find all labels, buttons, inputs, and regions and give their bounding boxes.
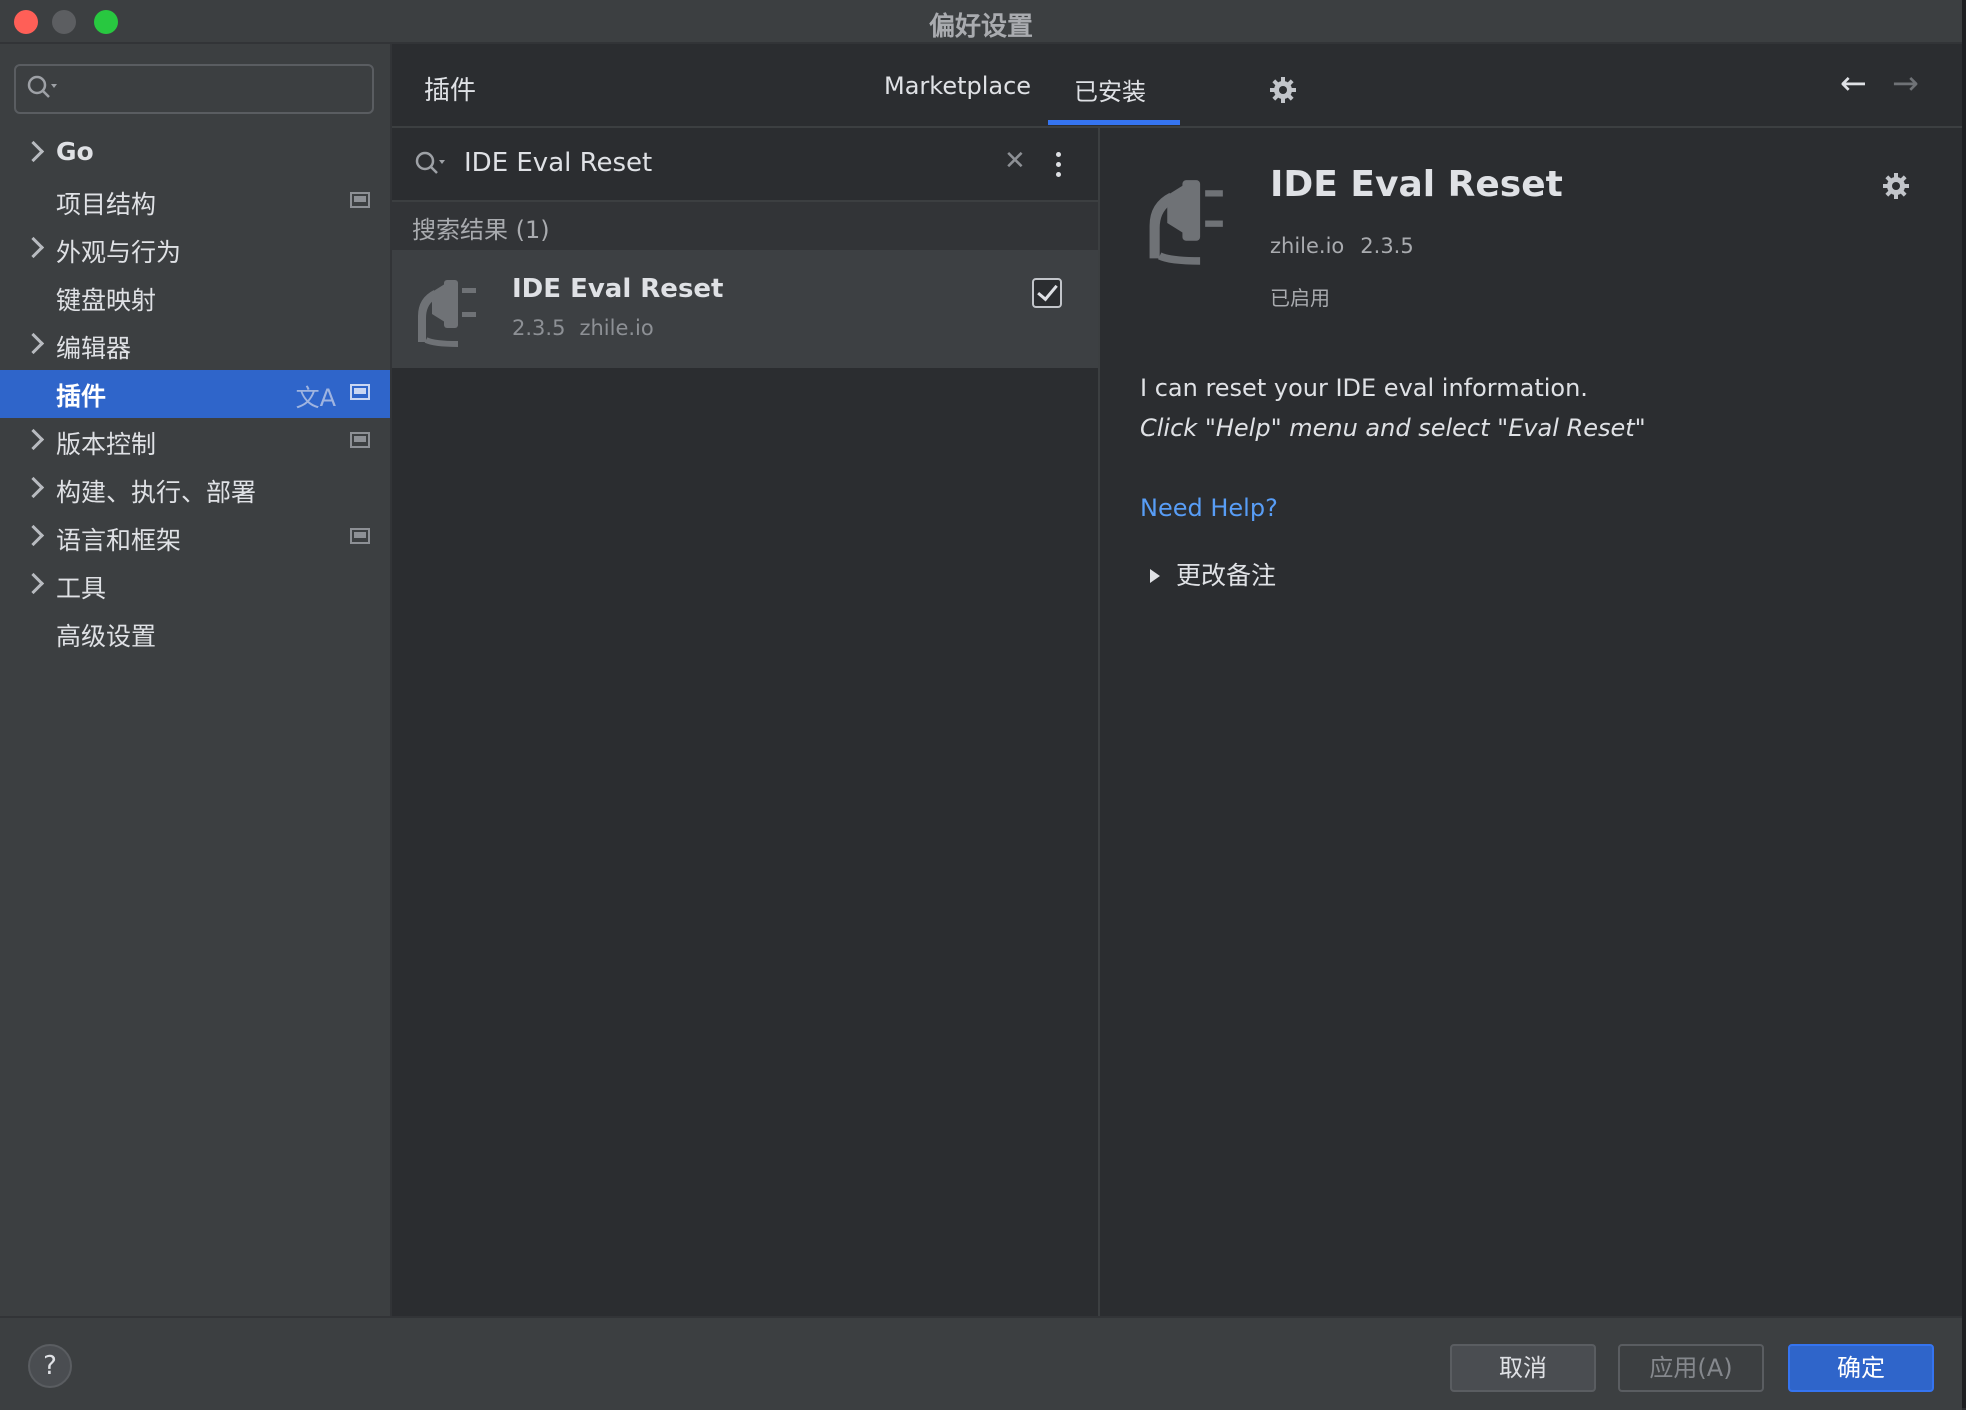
chevron-right-icon — [22, 476, 45, 499]
change-notes-label: 更改备注 — [1176, 561, 1277, 590]
preferences-window: 偏好设置 Go 项目结构 外观与行为 键盘映射 编辑器 插件 文A 版本控制 构… — [0, 0, 1966, 1410]
sidebar-item-build[interactable]: 构建、执行、部署 — [0, 466, 390, 514]
gear-icon[interactable] — [1882, 172, 1910, 200]
sidebar-item-label: 键盘映射 — [56, 286, 157, 315]
sidebar-item-label: 版本控制 — [56, 430, 157, 459]
plugin-detail-name: IDE Eval Reset — [1270, 164, 1563, 205]
cancel-button[interactable]: 取消 — [1450, 1344, 1596, 1392]
forward-arrow-icon[interactable]: → — [1892, 64, 1919, 102]
plugin-enabled-checkbox[interactable] — [1032, 278, 1062, 308]
sidebar-item-label: 插件 — [56, 382, 107, 411]
page-title: 插件 — [424, 76, 477, 106]
change-notes-toggle[interactable]: 更改备注 — [1140, 556, 1276, 592]
dialog-footer: ? 取消 应用(A) 确定 — [0, 1316, 1962, 1410]
plugins-header: 插件 Marketplace 已安装 ← → — [392, 44, 1962, 128]
gear-icon[interactable] — [1269, 76, 1297, 104]
chevron-right-icon — [22, 236, 45, 259]
plugin-list-item[interactable]: IDE Eval Reset 2.3.5 zhile.io — [392, 250, 1098, 368]
chevron-right-icon — [22, 332, 45, 355]
plugin-search-input[interactable]: IDE Eval Reset ✕ — [392, 128, 1098, 202]
back-arrow-icon[interactable]: ← — [1840, 64, 1867, 102]
chevron-right-icon — [22, 572, 45, 595]
sidebar-item-label: 编辑器 — [56, 334, 132, 363]
chevron-right-icon — [22, 524, 45, 547]
settings-sidebar: Go 项目结构 外观与行为 键盘映射 编辑器 插件 文A 版本控制 构建、执行、… — [0, 44, 392, 1316]
sidebar-item-languages[interactable]: 语言和框架 — [0, 514, 390, 562]
plugin-detail-vendor: zhile.io — [1270, 234, 1345, 258]
help-button[interactable]: ? — [28, 1344, 72, 1388]
sidebar-item-project-structure[interactable]: 项目结构 — [0, 178, 390, 226]
sidebar-item-advanced[interactable]: 高级设置 — [0, 610, 390, 658]
plugin-version: 2.3.5 — [512, 316, 566, 340]
ok-button[interactable]: 确定 — [1788, 1344, 1934, 1392]
search-icon — [27, 75, 57, 98]
sidebar-item-tools[interactable]: 工具 — [0, 562, 390, 610]
more-options-icon[interactable] — [1056, 152, 1062, 178]
chevron-right-icon — [22, 140, 45, 163]
search-query: IDE Eval Reset — [464, 148, 653, 178]
clear-search-icon[interactable]: ✕ — [1004, 146, 1026, 176]
chevron-right-icon — [22, 428, 45, 451]
plugin-detail-version: 2.3.5 — [1360, 234, 1414, 258]
results-header: 搜索结果 (1) — [392, 202, 1098, 250]
results-count-label: 搜索结果 (1) — [412, 216, 550, 244]
tab-installed[interactable]: 已安装 — [1074, 72, 1146, 107]
tab-marketplace[interactable]: Marketplace — [884, 72, 1031, 100]
plugin-detail-pane: IDE Eval Reset zhile.io 2.3.5 已启用 I can r… — [1100, 128, 1962, 1316]
plugin-icon — [418, 280, 476, 347]
project-level-icon — [350, 432, 370, 448]
window-title: 偏好设置 — [928, 12, 1033, 42]
sidebar-item-label: 工具 — [56, 574, 107, 603]
plugin-meta: 2.3.5 zhile.io — [512, 316, 668, 340]
triangle-right-icon — [1150, 568, 1160, 583]
project-level-icon — [350, 192, 370, 208]
sidebar-item-label: 语言和框架 — [56, 526, 182, 555]
sidebar-item-keymap[interactable]: 键盘映射 — [0, 274, 390, 322]
sidebar-item-appearance[interactable]: 外观与行为 — [0, 226, 390, 274]
project-level-icon — [350, 528, 370, 544]
translate-icon: 文A — [295, 384, 336, 412]
sidebar-item-label: 外观与行为 — [56, 238, 182, 267]
plugin-list-pane: IDE Eval Reset ✕ 搜索结果 (1) IDE Eval Reset… — [392, 128, 1100, 1316]
plugin-icon — [1149, 180, 1223, 265]
sidebar-item-go[interactable]: Go — [0, 130, 390, 178]
sidebar-item-label: 项目结构 — [56, 190, 157, 219]
project-level-icon — [350, 384, 370, 400]
title-bar: 偏好设置 — [0, 0, 1962, 44]
plugin-detail-meta: zhile.io 2.3.5 — [1270, 234, 1430, 258]
sidebar-item-plugins[interactable]: 插件 文A — [0, 370, 390, 418]
sidebar-item-editor[interactable]: 编辑器 — [0, 322, 390, 370]
search-icon — [415, 151, 445, 174]
plugin-vendor: zhile.io — [579, 316, 654, 340]
plugin-description: I can reset your IDE eval information. — [1140, 374, 1588, 402]
sidebar-item-label: 高级设置 — [56, 622, 157, 651]
plugin-name: IDE Eval Reset — [512, 274, 724, 304]
settings-search-input[interactable] — [14, 64, 374, 114]
sidebar-item-label: Go — [56, 137, 94, 166]
plugin-description-instructions: Click "Help" menu and select "Eval Reset… — [1140, 414, 1646, 442]
need-help-link[interactable]: Need Help? — [1140, 494, 1278, 522]
plugin-status: 已启用 — [1270, 286, 1330, 310]
active-tab-indicator — [1048, 120, 1180, 125]
sidebar-item-label: 构建、执行、部署 — [56, 478, 257, 507]
apply-button[interactable]: 应用(A) — [1618, 1344, 1764, 1392]
sidebar-item-version-control[interactable]: 版本控制 — [0, 418, 390, 466]
